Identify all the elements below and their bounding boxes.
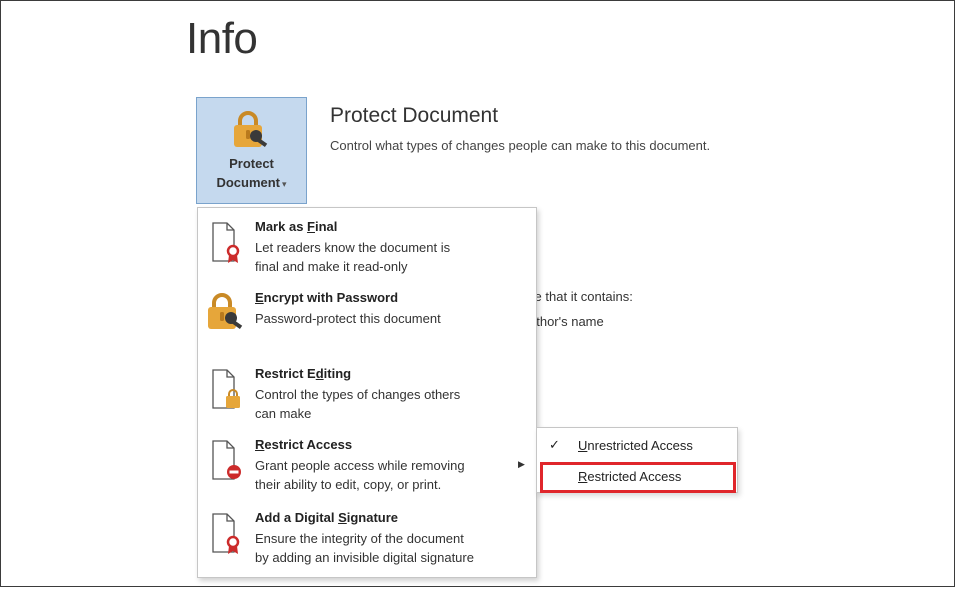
- access-key: E: [255, 290, 264, 305]
- menu-item-title: Mark as Final: [255, 219, 337, 234]
- menu-item-title: Restrict Access: [255, 437, 352, 452]
- lock-key-icon: [231, 110, 271, 159]
- encrypt-lock-icon: [206, 292, 243, 336]
- desc-line: Grant people access while removing: [255, 458, 465, 473]
- title-part: ncrypt with Password: [263, 290, 399, 305]
- menu-item-encrypt-with-password[interactable]: Encrypt with Password Password-protect t…: [198, 290, 536, 350]
- desc-line: Let readers know the document is: [255, 240, 451, 255]
- title-part: estrict Access: [264, 437, 353, 452]
- menu-item-description: Ensure the integrity of the document by a…: [255, 529, 474, 567]
- desc-line: final and make it read-only: [255, 259, 408, 274]
- protect-button-label-text: Document: [216, 175, 281, 190]
- access-key: R: [255, 437, 265, 452]
- desc-line: can make: [255, 406, 312, 421]
- desc-line: Ensure the integrity of the document: [255, 531, 464, 546]
- protect-document-button[interactable]: Protect Document ▾: [196, 97, 307, 204]
- access-key: d: [315, 366, 324, 381]
- title-part: iting: [323, 366, 352, 381]
- background-text-line: are that it contains:: [523, 289, 633, 304]
- menu-item-title: Add a Digital Signature: [255, 510, 398, 525]
- access-key: U: [578, 438, 588, 453]
- desc-line: by adding an invisible digital signature: [255, 550, 474, 565]
- label-part: nrestricted Access: [587, 438, 693, 453]
- menu-item-description: Let readers know the document is final an…: [255, 238, 450, 276]
- access-key: F: [307, 219, 315, 234]
- title-part: ignature: [346, 510, 399, 525]
- menu-item-description: Grant people access while removing their …: [255, 456, 465, 494]
- highlight-annotation-box: [540, 462, 736, 493]
- submenu-item-label: Unrestricted Access: [578, 438, 693, 453]
- protect-button-label-line1: Protect: [229, 156, 274, 171]
- desc-line: their ability to edit, copy, or print.: [255, 477, 442, 492]
- desc-line: Password-protect this document: [255, 311, 441, 326]
- submenu-arrow-icon: ▶: [518, 459, 525, 469]
- restrict-editing-icon: [210, 368, 244, 412]
- restrict-access-icon: [210, 439, 244, 483]
- section-description: Control what types of changes people can…: [330, 138, 711, 153]
- chevron-down-icon: ▾: [282, 179, 287, 189]
- checkmark-icon: ✓: [549, 437, 560, 452]
- access-key: S: [338, 510, 347, 525]
- background-text-line: uthor's name: [529, 314, 604, 329]
- digital-signature-icon: [210, 512, 244, 556]
- menu-item-mark-as-final[interactable]: Mark as Final Let readers know the docum…: [198, 219, 536, 283]
- submenu-item-unrestricted-access[interactable]: ✓ Unrestricted Access: [537, 433, 737, 459]
- menu-item-restrict-access[interactable]: Restrict Access Grant people access whil…: [198, 437, 536, 501]
- title-part: Mark as: [255, 219, 308, 234]
- section-title: Protect Document: [330, 104, 499, 127]
- protect-button-label-line2: Document ▾: [197, 175, 306, 190]
- page-title: Info: [186, 14, 258, 63]
- menu-item-description: Control the types of changes others can m…: [255, 385, 460, 423]
- menu-item-title: Encrypt with Password: [255, 290, 398, 305]
- title-part: inal: [315, 219, 338, 234]
- menu-item-title: Restrict Editing: [255, 366, 351, 381]
- menu-item-add-digital-signature[interactable]: Add a Digital Signature Ensure the integ…: [198, 510, 536, 574]
- title-part: Add a Digital: [255, 510, 339, 525]
- desc-line: Control the types of changes others: [255, 387, 461, 402]
- menu-item-restrict-editing[interactable]: Restrict Editing Control the types of ch…: [198, 366, 536, 430]
- protect-document-menu: Mark as Final Let readers know the docum…: [197, 207, 537, 578]
- mark-final-icon: [210, 221, 244, 265]
- title-part: Restrict E: [255, 366, 316, 381]
- menu-item-description: Password-protect this document: [255, 309, 441, 328]
